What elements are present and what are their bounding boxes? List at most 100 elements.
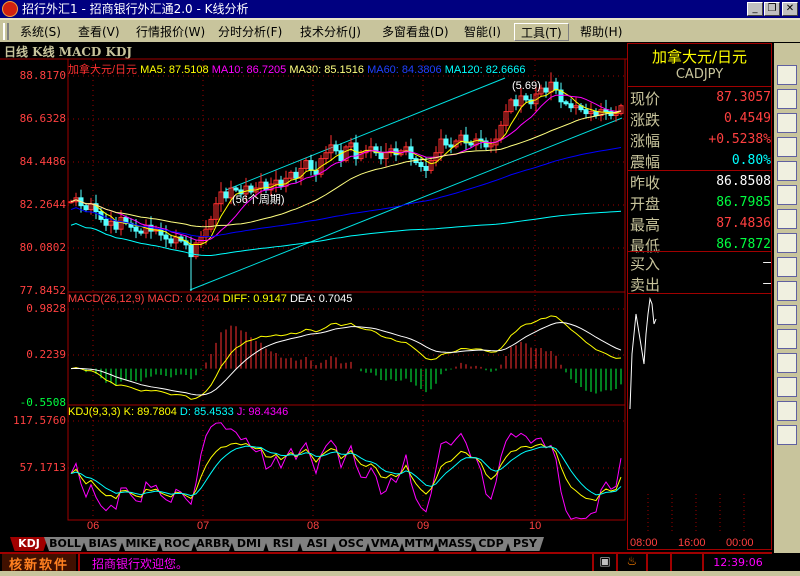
status-bar: 核新软件 招商银行欢迎您。 ▣ ♨ 12:39:06 <box>0 552 772 573</box>
restore-button[interactable]: ❐ <box>764 2 780 16</box>
channel-annotation: (5.69) <box>512 80 541 92</box>
d-line <box>70 445 622 497</box>
candle-body <box>168 238 174 244</box>
candle-body <box>543 87 549 93</box>
trend-tool-icon[interactable] <box>777 185 797 205</box>
candle-body <box>338 150 344 162</box>
macd-axis-label: -0.5508 <box>19 396 66 409</box>
candle-body <box>223 191 229 199</box>
f8-tool-icon[interactable] <box>777 353 797 373</box>
news-tool-icon[interactable] <box>777 113 797 133</box>
quote-row: 昨收 86.8508 <box>630 172 771 193</box>
quote-label: 买入 <box>630 255 661 273</box>
candle-body <box>68 201 74 204</box>
quote-value: — <box>763 255 771 270</box>
intraday-line <box>629 297 657 410</box>
instrument-name: 加拿大元/日元 <box>68 64 138 76</box>
quote-label: 涨幅 <box>630 132 661 150</box>
table-tool-icon[interactable] <box>777 161 797 181</box>
close-button[interactable]: ✕ <box>782 2 798 16</box>
candle-body <box>188 244 194 258</box>
candle-body <box>468 142 474 146</box>
quote-row: 卖出 — <box>630 274 771 295</box>
indicator-tab-bias[interactable]: BIAS <box>82 537 124 551</box>
report-tool-icon[interactable] <box>777 137 797 157</box>
quote-row: 涨跌 0.4549 <box>630 109 771 130</box>
alert-icon[interactable]: ♨ <box>616 554 646 571</box>
indicator-tab-rsi[interactable]: RSI <box>264 537 302 551</box>
indicator-tab-arbr[interactable]: ARBR <box>192 537 234 551</box>
indicator-tab-asi[interactable]: ASI <box>298 537 336 551</box>
quote-label: 涨跌 <box>630 111 661 129</box>
calc-tool-icon[interactable] <box>777 209 797 229</box>
quote-value: 0.4549 <box>724 111 771 126</box>
month-label: 07 <box>197 520 210 532</box>
kline-tool-icon[interactable] <box>777 233 797 253</box>
quote-code: CADJPY <box>675 67 724 82</box>
j-line <box>70 422 622 520</box>
quote-label: 卖出 <box>630 276 661 294</box>
quote-row: 涨幅 +0.5238% <box>630 130 771 151</box>
time-label: 08:00 <box>630 537 658 549</box>
dea-line <box>70 322 622 396</box>
quote-row: 最高 87.4836 <box>630 214 771 235</box>
month-label: 10 <box>529 520 542 532</box>
indicator-tab-psy[interactable]: PSY <box>506 537 544 551</box>
chart-frame <box>67 58 626 521</box>
indicator-tab-vma[interactable]: VMA <box>366 537 404 551</box>
quote-value: 86.7985 <box>716 195 771 210</box>
candle-body <box>443 138 449 146</box>
info-tool-icon[interactable] <box>777 425 797 445</box>
ma60-value: MA60: 84.3806 <box>367 64 442 76</box>
draw-tool-icon[interactable] <box>777 377 797 397</box>
quote-value: — <box>763 276 771 291</box>
indicator-tab-roc[interactable]: ROC <box>158 537 196 551</box>
indicator-tab-kdj[interactable]: KDJ <box>10 537 48 551</box>
month-label: 06 <box>87 520 100 532</box>
channel-line <box>225 77 506 191</box>
macd-value: MACD: 0.4204 <box>147 293 220 305</box>
quote-value: +0.5238% <box>708 132 771 147</box>
price-axis-label: 88.8170 <box>19 69 66 82</box>
indicator-tab-cdp[interactable]: CDP <box>472 537 510 551</box>
quote-value: 0.80% <box>731 153 771 168</box>
indicator-tab-mike[interactable]: MIKE <box>120 537 162 551</box>
candle-body <box>308 160 314 171</box>
quote-row: 现价 87.3057 <box>630 88 771 109</box>
quote-row: 买入 — <box>630 253 771 274</box>
kdj-axis-label: 57.1713 <box>19 461 66 474</box>
back-tool-icon[interactable] <box>777 89 797 109</box>
indicator-tab-mtm[interactable]: MTM <box>400 537 438 551</box>
quote-label: 现价 <box>630 90 661 108</box>
time-label: 16:00 <box>678 537 706 549</box>
candle-body <box>583 109 589 115</box>
multi-tool-icon[interactable] <box>777 257 797 277</box>
macd-axis-label: 0.9828 <box>26 302 66 315</box>
list2-tool-icon[interactable] <box>777 329 797 349</box>
candle-body <box>138 230 144 234</box>
candle-body <box>233 187 239 191</box>
clock: 12:39:06 <box>702 554 772 571</box>
ma30-line <box>70 110 622 228</box>
network-icon[interactable]: ▣ <box>592 554 616 571</box>
k-value: K: 89.7804 <box>123 406 177 418</box>
list-tool-icon[interactable] <box>777 281 797 301</box>
fit-tool-icon[interactable] <box>777 65 797 85</box>
quote-row: 震幅 0.80% <box>630 151 771 172</box>
alarm-tool-icon[interactable] <box>777 401 797 421</box>
ma10-value: MA10: 86.7205 <box>211 64 287 76</box>
side-toolbar <box>774 43 800 553</box>
time-label: 00:00 <box>726 537 754 549</box>
price-axis-label: 77.8452 <box>19 284 66 297</box>
indicator-tab-boll[interactable]: BOLL <box>44 537 86 551</box>
index-tool-icon[interactable] <box>777 305 797 325</box>
indicator-tab-mass[interactable]: MASS <box>434 537 476 551</box>
minimize-button[interactable]: _ <box>747 2 763 16</box>
diff-value: DIFF: 0.9147 <box>222 293 287 305</box>
quote-panel: 加拿大元/日元 CADJPY 现价 87.3057 涨跌 0.4549 涨幅 +0.523… <box>627 43 772 550</box>
indicator-tab-dmi[interactable]: DMI <box>230 537 268 551</box>
month-label: 09 <box>417 520 430 532</box>
price-axis-label: 84.4486 <box>19 155 66 168</box>
macd-title: MACD(26,12,9) <box>68 293 145 305</box>
indicator-tab-osc[interactable]: OSC <box>332 537 370 551</box>
